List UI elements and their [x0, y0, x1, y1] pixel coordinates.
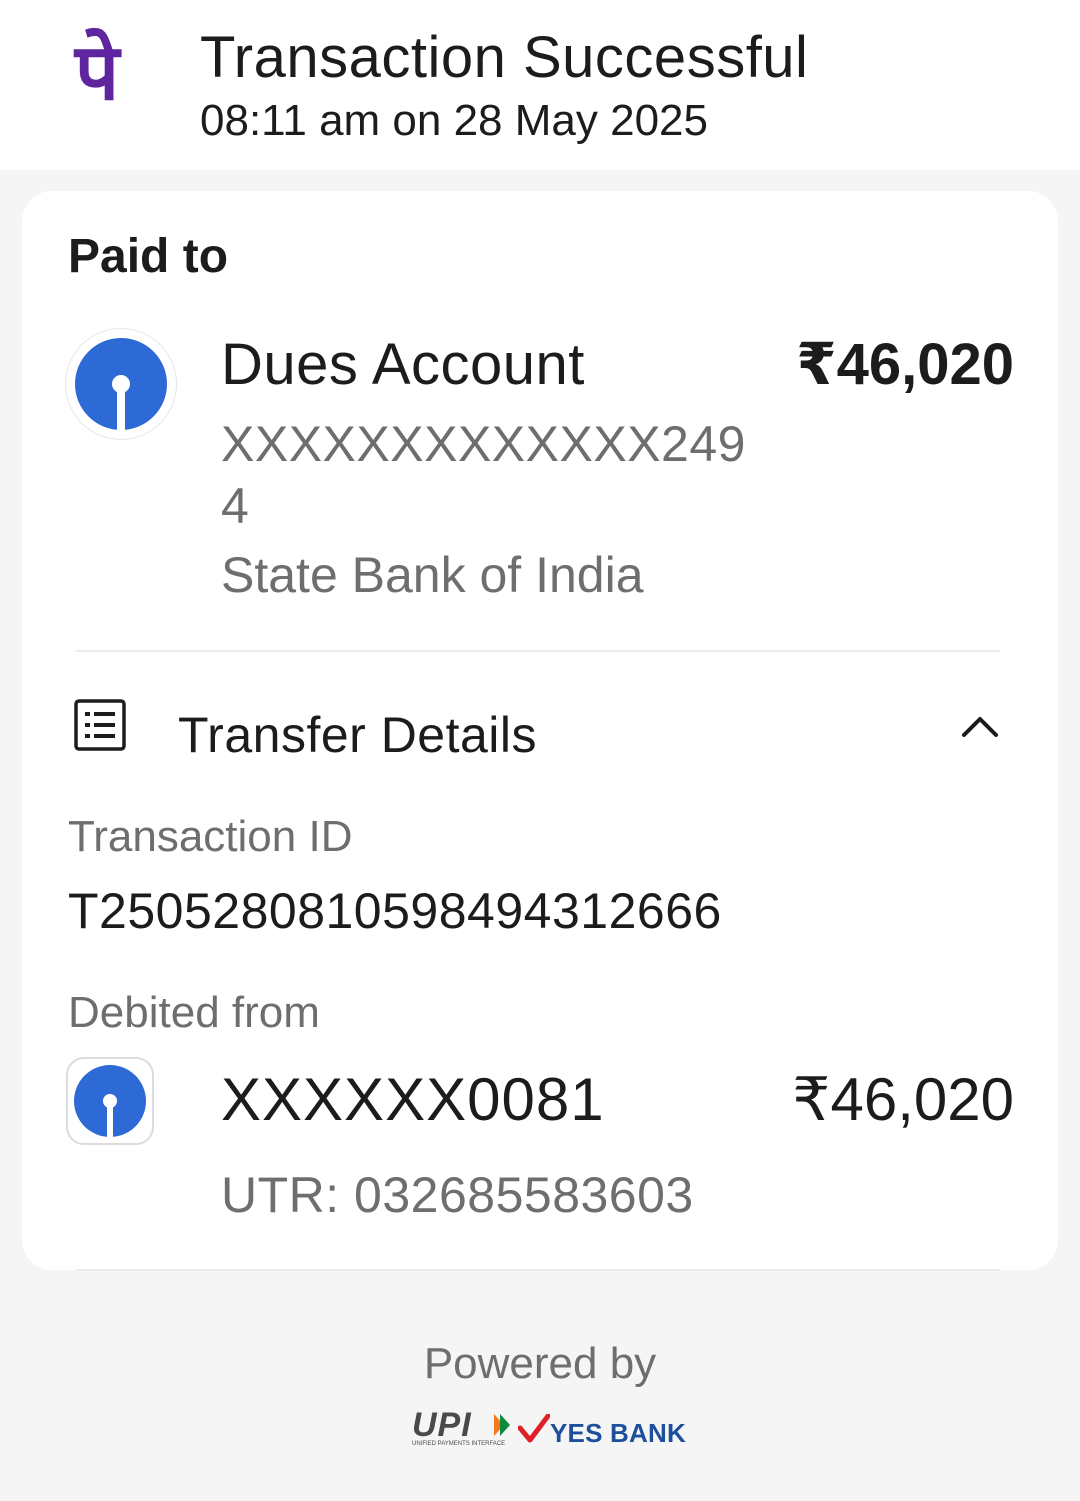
debit-account-number: XXXXXX0081 [221, 1066, 605, 1133]
transaction-timestamp: 08:11 am on 28 May 2025 [200, 96, 708, 145]
transaction-card: Paid to Dues Account ₹46,020 XXXXXXXXXXX… [22, 191, 1058, 1271]
debit-amount: ₹46,020 [792, 1066, 1014, 1133]
upi-logo: UPI [412, 1406, 472, 1444]
sbi-logo-icon [66, 329, 176, 439]
chevron-up-icon[interactable] [960, 711, 1000, 741]
powered-by-label: Powered by [423, 1339, 657, 1388]
phonepe-logo: पे [74, 28, 120, 118]
payee-name: Dues Account [221, 332, 585, 397]
payee-bank-name: State Bank of India [221, 547, 644, 603]
transfer-details-toggle[interactable]: Transfer Details [178, 705, 537, 765]
utr-number: UTR: 032685583603 [221, 1167, 694, 1223]
upi-logo-subtext: UNIFIED PAYMENTS INTERFACE [412, 1441, 506, 1447]
partner-logos: UPI UNIFIED PAYMENTS INTERFACE YES BANK [412, 1406, 686, 1454]
payee-amount: ₹46,020 [796, 332, 1014, 397]
receipt-list-icon [74, 699, 126, 751]
sbi-logo-icon [66, 1057, 154, 1145]
divider [76, 650, 1000, 652]
transaction-status-title: Transaction Successful [200, 25, 809, 90]
header: पे Transaction Successful 08:11 am on 28… [0, 0, 1080, 170]
transaction-id-label: Transaction ID [68, 812, 353, 861]
paid-to-label: Paid to [68, 230, 229, 283]
divider [76, 1269, 1000, 1271]
payee-account-number: XXXXXXXXXXXXX2494 [221, 416, 746, 534]
upi-arrow-icon [494, 1414, 510, 1436]
yes-bank-logo: YES BANK [550, 1418, 686, 1448]
transaction-id-value: T2505280810598494312666 [68, 883, 722, 939]
yes-bank-check-icon [518, 1414, 550, 1443]
debited-from-label: Debited from [68, 988, 320, 1037]
